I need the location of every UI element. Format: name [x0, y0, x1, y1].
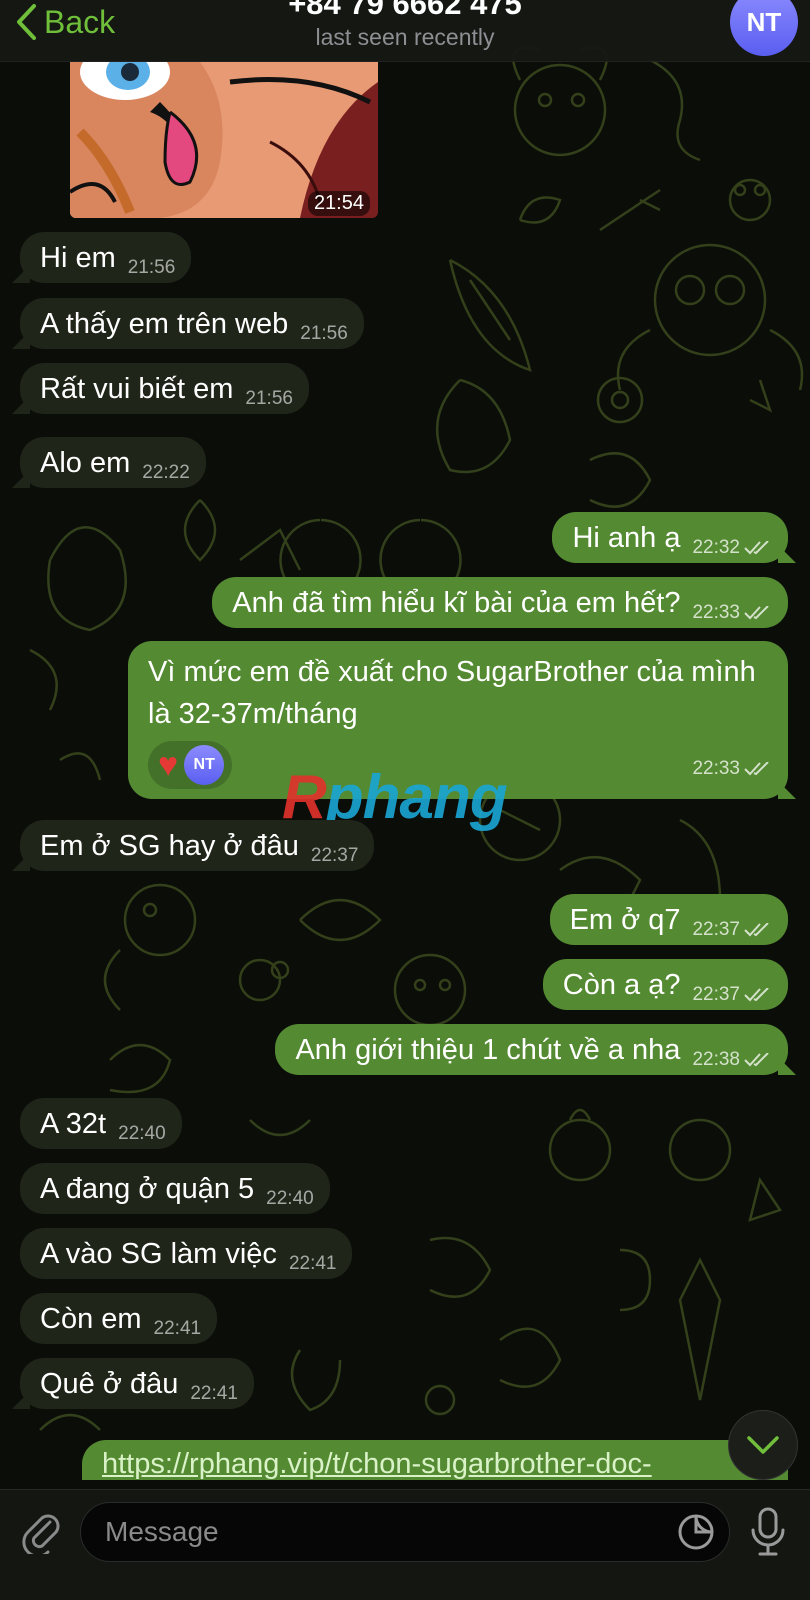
- message-text: Em ở q7: [569, 904, 681, 936]
- attachment-icon[interactable]: [20, 1508, 62, 1554]
- message-text: Anh đã tìm hiểu kĩ bài của em hết?: [232, 587, 681, 619]
- heart-icon: ♥: [158, 746, 179, 784]
- message-composer: [0, 1489, 810, 1600]
- message-time: 22:41: [288, 1253, 337, 1274]
- message-text: Rất vui biết em: [40, 373, 234, 405]
- incoming-message[interactable]: Hi em 21:56: [20, 232, 192, 283]
- chat-header: Back +84 79 6662 475 last seen recently …: [0, 0, 810, 62]
- message-time: 21:56: [300, 323, 348, 344]
- scroll-down-button[interactable]: [728, 1410, 798, 1480]
- message-text: Hi em: [40, 242, 116, 274]
- message-text: Quê ở đâu: [40, 1368, 179, 1400]
- incoming-message[interactable]: A 32t 22:40: [20, 1098, 182, 1149]
- message-text: Hi anh ạ: [572, 522, 681, 554]
- outgoing-message[interactable]: Còn a ạ? 22:37: [542, 959, 788, 1010]
- incoming-message[interactable]: A thấy em trên web 21:56: [20, 298, 364, 349]
- message-time: 22:41: [190, 1383, 238, 1404]
- message-text: Em ở SG hay ở đâu: [40, 830, 299, 862]
- incoming-message[interactable]: A vào SG làm việc 22:41: [20, 1228, 353, 1279]
- outgoing-message[interactable]: Anh đã tìm hiểu kĩ bài của em hết? 22:33: [212, 577, 788, 628]
- message-text: Vì mức em đề xuất cho SugarBrother của m…: [148, 656, 756, 730]
- incoming-message[interactable]: Còn em 22:41: [20, 1293, 218, 1344]
- message-time: 22:33: [692, 602, 740, 623]
- message-time: 21:56: [127, 257, 176, 278]
- message-time: 22:40: [266, 1188, 314, 1209]
- message-text: Còn em: [40, 1303, 142, 1335]
- message-time: 22:37: [692, 919, 740, 940]
- message-text: A đang ở quận 5: [40, 1173, 255, 1205]
- chevron-down-icon: [747, 1436, 779, 1454]
- message-text: Còn a ạ?: [562, 969, 681, 1001]
- reaction-chip[interactable]: ♥ NT: [148, 741, 233, 789]
- message-time: 22:37: [692, 984, 740, 1005]
- outgoing-message[interactable]: Em ở q7 22:37: [549, 894, 788, 945]
- avatar: NT: [184, 745, 225, 785]
- message-text: A 32t: [40, 1108, 107, 1140]
- incoming-message[interactable]: Rất vui biết em 21:56: [20, 363, 309, 414]
- outgoing-message[interactable]: Anh giới thiệu 1 chút về a nha 22:38: [275, 1024, 788, 1075]
- message-text: A thấy em trên web: [40, 308, 289, 340]
- sticker-icon[interactable]: [676, 1512, 716, 1552]
- incoming-message[interactable]: Alo em 22:22: [20, 437, 206, 488]
- read-check-icon: [744, 988, 769, 1002]
- incoming-message[interactable]: Quê ở đâu 22:41: [20, 1358, 254, 1409]
- message-time: 22:40: [118, 1123, 166, 1144]
- message-time: 21:56: [245, 388, 293, 409]
- read-check-icon: [744, 923, 769, 937]
- incoming-message[interactable]: A đang ở quận 5 22:40: [20, 1163, 330, 1214]
- message-text: Alo em: [40, 447, 131, 479]
- incoming-message[interactable]: Em ở SG hay ở đâu 22:37: [20, 820, 375, 871]
- microphone-icon[interactable]: [748, 1506, 788, 1558]
- sticker-message[interactable]: 21:54: [70, 62, 378, 218]
- read-check-icon: [744, 541, 769, 555]
- message-time: 22:32: [692, 537, 740, 558]
- message-time: 21:54: [307, 191, 370, 216]
- outgoing-message[interactable]: Hi anh ạ 22:32: [552, 512, 788, 563]
- message-time: 22:38: [692, 1049, 740, 1070]
- message-time: 22:37: [310, 845, 359, 866]
- message-time: 22:33: [692, 758, 740, 779]
- contact-status: last seen recently: [315, 24, 495, 50]
- contact-name[interactable]: +84 79 6662 475: [0, 0, 810, 22]
- message-time: 22:22: [142, 462, 190, 483]
- link-message[interactable]: https://rphang.vip/t/chon-sugarbrother-d…: [82, 1440, 788, 1480]
- message-input[interactable]: [80, 1502, 730, 1562]
- message-text: Anh giới thiệu 1 chút về a nha: [295, 1034, 681, 1066]
- message-text: A vào SG làm việc: [40, 1238, 277, 1270]
- read-check-icon: [744, 762, 769, 776]
- read-check-icon: [744, 606, 769, 620]
- read-check-icon: [744, 1053, 769, 1067]
- message-time: 22:41: [153, 1318, 202, 1339]
